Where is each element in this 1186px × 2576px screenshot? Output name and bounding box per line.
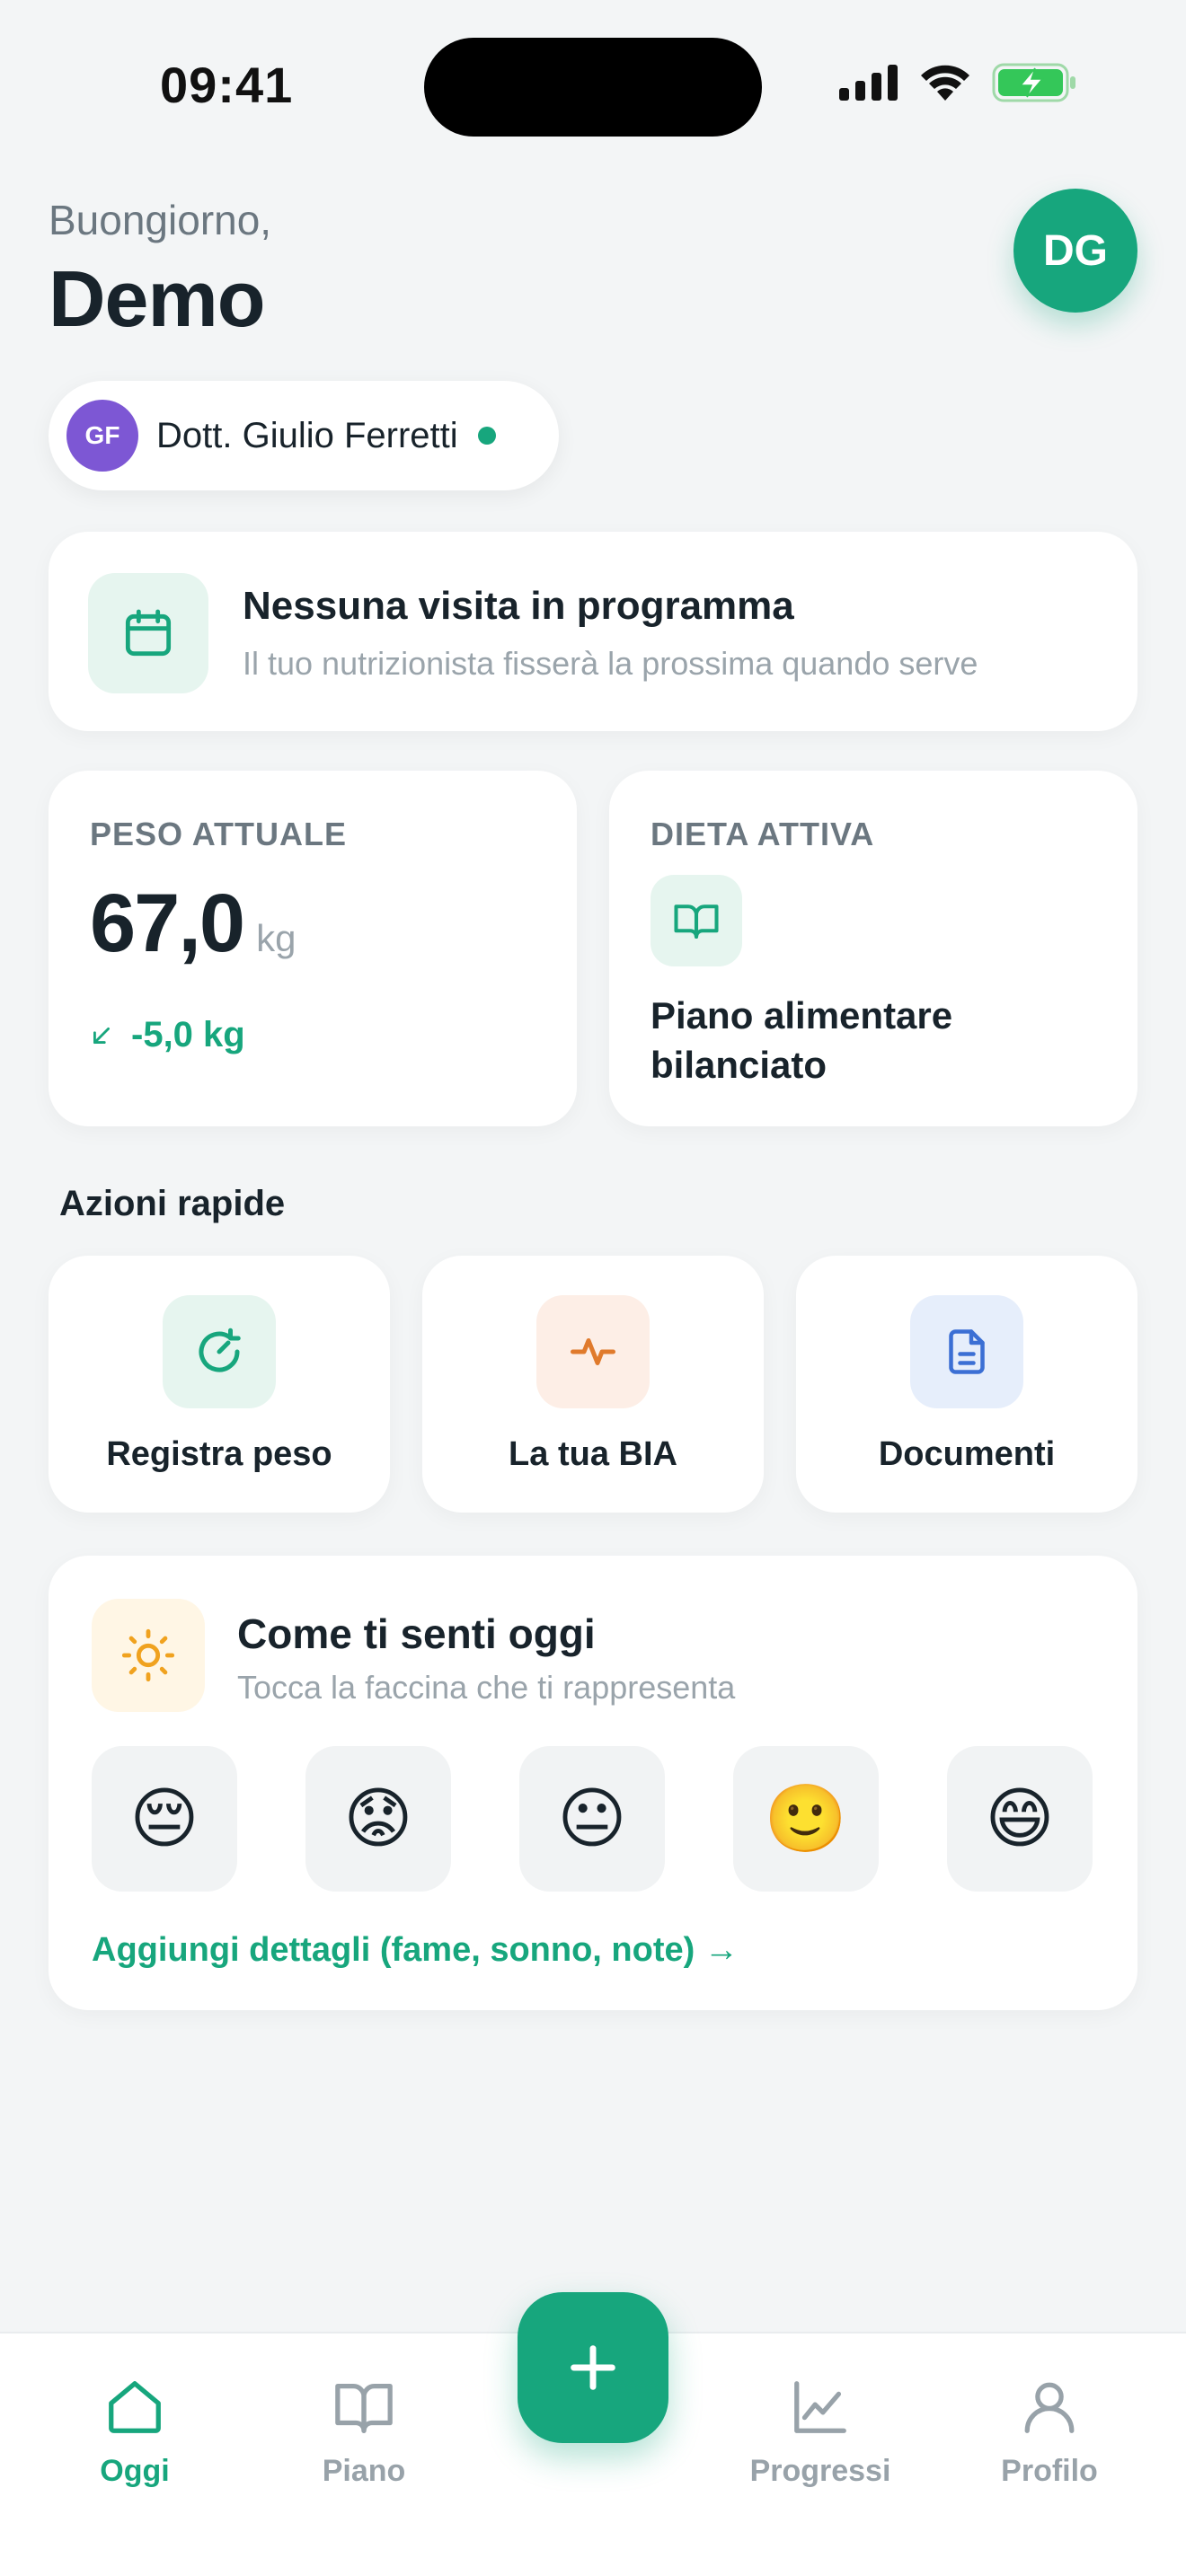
visit-subtitle: Il tuo nutrizionista fisserà la prossima… [243,645,978,682]
nav-label: Progressi [749,2454,891,2488]
visit-card[interactable]: Nessuna visita in programma Il tuo nutri… [49,532,1137,731]
mood-very-sad-button[interactable]: 😔 [92,1746,237,1892]
status-bar: 09:41 [0,0,1186,180]
add-button[interactable] [518,2292,668,2443]
doctor-name: Dott. Giulio Ferretti [156,415,458,455]
weight-label: PESO ATTUALE [90,816,348,852]
weight-card[interactable]: PESO ATTUALE 67,0 kg -5,0 kg [49,771,577,1126]
diet-card[interactable]: DIETA ATTIVA Piano alimentare bilanciato [609,771,1137,1126]
weight-value: 67,0 [90,878,245,969]
user-icon [1018,2373,1081,2441]
action-label: Documenti [878,1435,1056,1473]
document-icon [910,1295,1023,1408]
weight-unit: kg [256,917,296,959]
online-status-dot [477,427,496,445]
chart-icon [789,2373,852,2441]
book-open-icon [651,875,742,966]
action-bia[interactable]: La tua BIA [422,1256,764,1513]
mood-very-happy-button[interactable]: 😄 [947,1746,1093,1892]
user-name: Demo [49,254,265,343]
nav-item-oggi[interactable]: Oggi [36,2333,234,2489]
arrow-down-left-icon [93,1027,110,1044]
sun-icon [92,1599,205,1712]
nav-label: Oggi [100,2454,170,2488]
calendar-icon [88,573,208,693]
visit-title: Nessuna visita in programma [243,584,794,628]
status-time: 09:41 [160,57,294,113]
quick-actions-title: Azioni rapide [59,1184,286,1223]
action-label: La tua BIA [509,1435,677,1473]
refresh-scale-icon [163,1295,276,1408]
weight-value-row: 67,0 kg [90,877,296,971]
wifi-icon [921,65,969,101]
home-icon [103,2373,166,2441]
nav-item-progressi[interactable]: Progressi [721,2333,919,2489]
action-label: Registra peso [106,1435,332,1473]
doctor-avatar: GF [66,400,138,472]
book-icon [332,2373,395,2441]
mood-title: Come ti senti oggi [237,1610,596,1657]
action-documenti[interactable]: Documenti [796,1256,1137,1513]
mood-neutral-button[interactable]: 😐 [519,1746,665,1892]
diet-label: DIETA ATTIVA [651,816,875,852]
mood-sad-button[interactable]: 😟 [305,1746,451,1892]
battery-charging-icon [992,63,1075,102]
weight-delta-value: -5,0 kg [131,1015,245,1054]
mood-subtitle: Tocca la faccina che ti rappresenta [237,1669,736,1706]
plus-icon [571,2345,615,2390]
nav-item-profilo[interactable]: Profilo [951,2333,1148,2489]
user-avatar[interactable]: DG [1013,189,1137,313]
nav-label: Profilo [1001,2454,1098,2488]
nav-item-piano[interactable]: Piano [265,2333,463,2489]
mood-details-link[interactable]: Aggiungi dettagli (fame, sonno, note) → [92,1931,739,1970]
greeting: Buongiorno, [49,197,272,243]
weight-delta: -5,0 kg [90,1015,245,1055]
doctor-chip[interactable]: GF Dott. Giulio Ferretti [49,381,559,490]
signal-icon [839,65,898,101]
mood-happy-button[interactable]: 🙂 [733,1746,879,1892]
nav-label: Piano [322,2454,406,2488]
dynamic-island [424,38,762,137]
mood-card: Come ti senti oggi Tocca la faccina che … [49,1556,1137,2010]
diet-title: Piano alimentare bilanciato [651,994,953,1086]
status-icons [839,63,1078,102]
action-registra-peso[interactable]: Registra peso [49,1256,390,1513]
activity-icon [536,1295,650,1408]
